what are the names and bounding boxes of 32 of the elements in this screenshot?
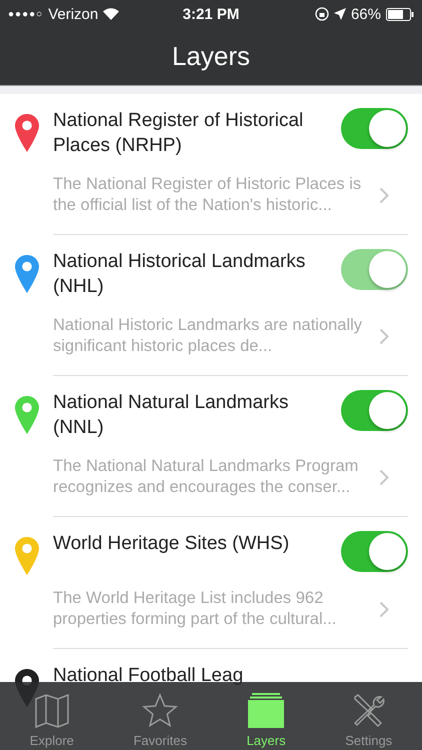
star-icon (142, 693, 178, 729)
tab-bar-item[interactable]: Favorites (127, 693, 193, 748)
layer-toggle[interactable] (341, 390, 408, 431)
battery-icon (386, 8, 414, 20)
carrier-name: Verizon (48, 6, 98, 22)
layer-title: National Natural Landmarks (NNL) (53, 391, 290, 440)
layer-toggle[interactable] (341, 531, 408, 572)
layer-title: National Football Leag (53, 664, 244, 688)
nav-title: Layers (172, 41, 250, 72)
chevron-icon[interactable] (379, 186, 389, 204)
tab-bar-item[interactable]: Layers (240, 693, 292, 748)
signal-strength: ●●●●○ (8, 8, 44, 20)
status-time: 3:21 PM (182, 6, 240, 22)
layer-description: National Historic Landmarks are nationally significant historic places de... (53, 315, 364, 357)
layer-description: The National Natural Landmarks Program recognizes and encourages the conser... (53, 456, 360, 498)
map-icon (34, 693, 70, 729)
chevron-icon[interactable] (379, 468, 389, 486)
layer-description: The World Heritage List includes 962 properties forming part of the cultural... (53, 588, 338, 630)
chevron-icon[interactable] (379, 328, 389, 344)
layers-icon (247, 693, 286, 729)
layer-title: World Heritage Sites (WHS) (53, 532, 290, 556)
chevron-icon[interactable] (379, 600, 389, 618)
rotation-lock-icon (314, 7, 329, 21)
location-arrow-icon (334, 8, 346, 20)
layer-title: National Register of Historical Places (NRHP) (53, 109, 304, 158)
battery-percent: 66% (350, 6, 381, 22)
tab-bar-item[interactable]: Explore (24, 693, 80, 748)
layer-description: The National Register of Historic Places is the official list of the Nation's historic... (53, 174, 362, 216)
layer-title: National Historical Landmarks (NHL) (53, 250, 306, 299)
wifi-icon (103, 8, 120, 20)
tab-bar-item[interactable]: Settings (339, 693, 398, 748)
layer-toggle[interactable] (341, 108, 408, 149)
